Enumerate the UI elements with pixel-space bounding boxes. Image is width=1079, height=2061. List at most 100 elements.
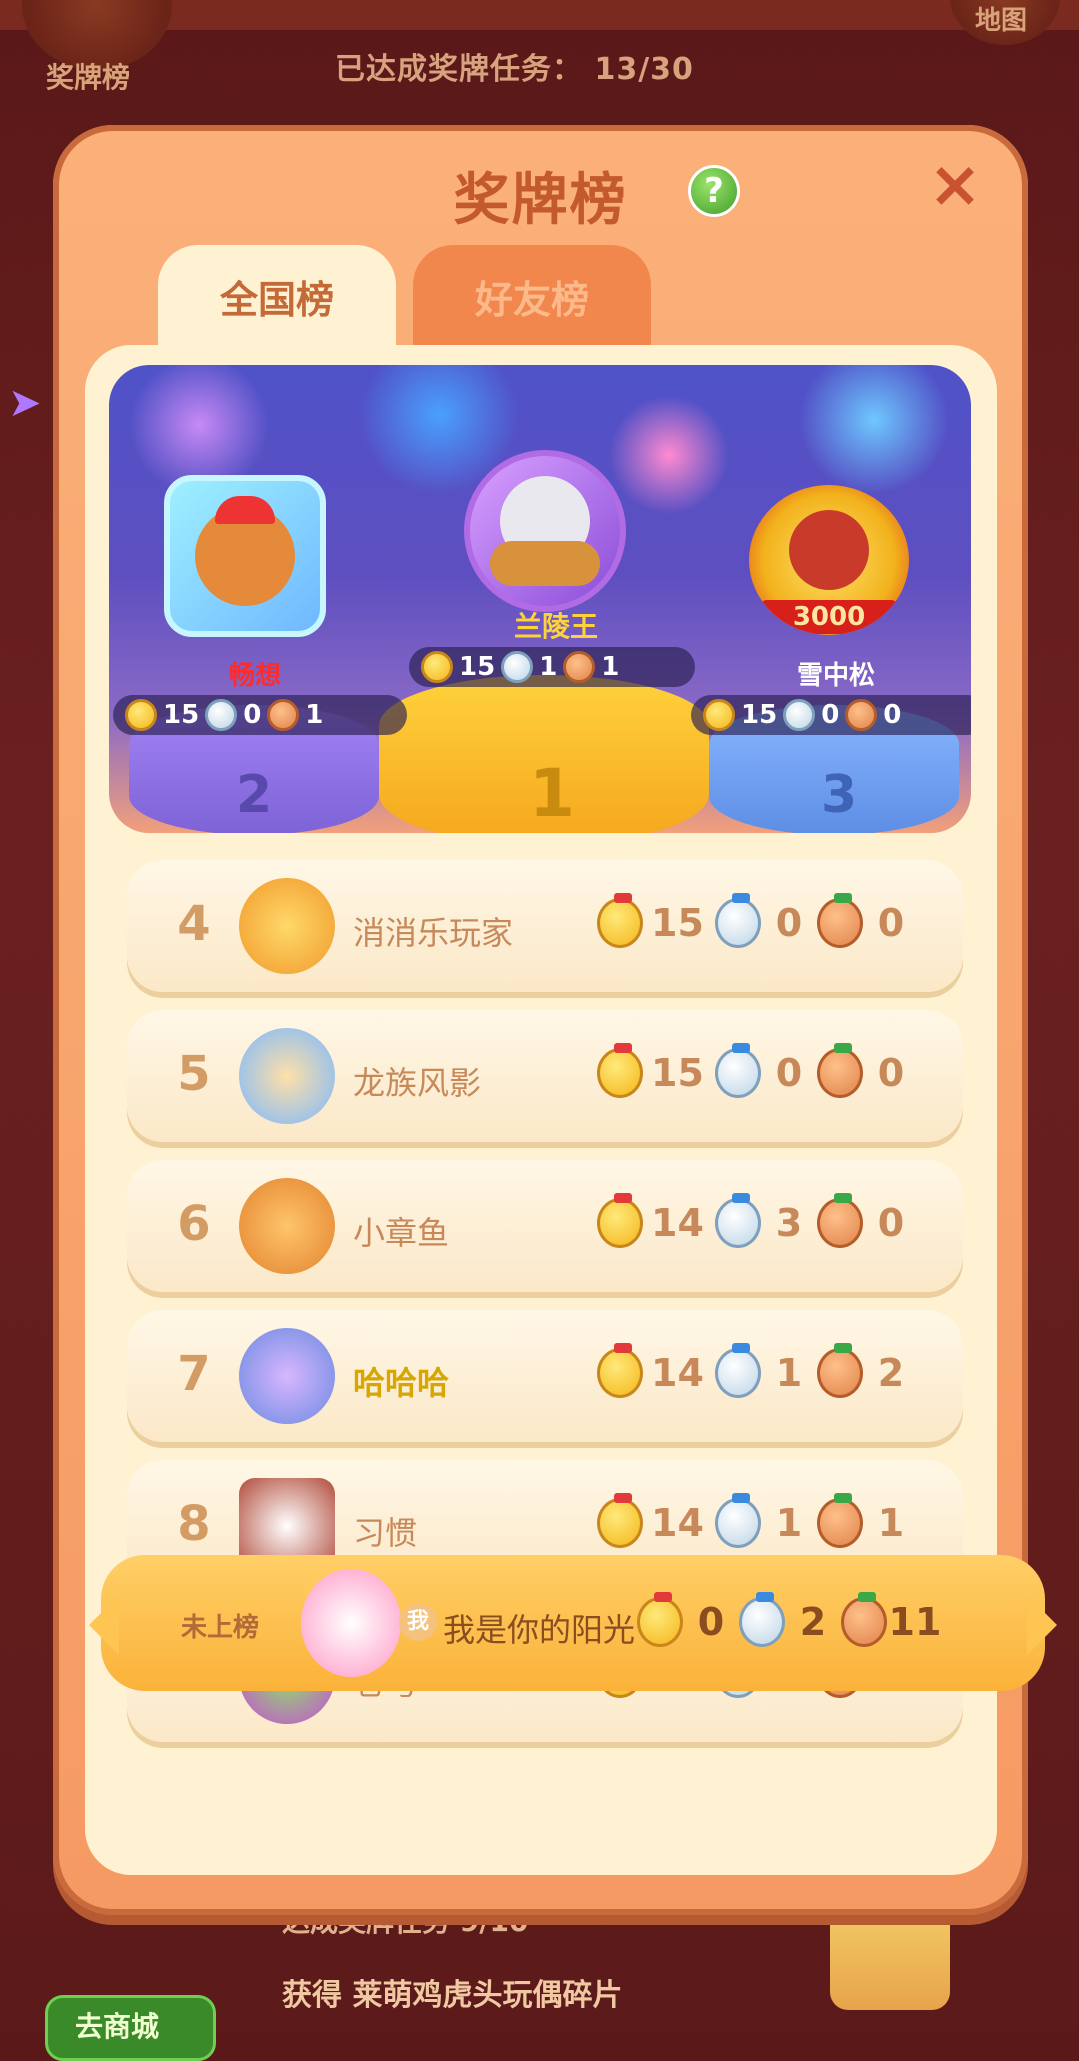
gold-count: 14 [651, 1501, 704, 1545]
podium-place-2: 2 [236, 765, 273, 825]
rank-number: 5 [177, 1046, 211, 1102]
ranking-row[interactable]: 7 哈哈哈 14 1 2 [127, 1310, 963, 1442]
avatar[interactable] [239, 1328, 335, 1424]
silver-medal-icon [715, 1493, 761, 1548]
player-name: 习惯 [353, 1514, 418, 1552]
avatar[interactable] [239, 1178, 335, 1274]
bronze-medal-icon [817, 1343, 863, 1398]
leaderboard-content: 2 1 3 3000 畅想 兰陵王 雪中松 15 0 1 15 1 1 15 0… [85, 345, 1057, 1875]
gold-medal-icon [703, 699, 735, 731]
ranking-row[interactable]: 4 消消乐玩家 15 0 0 [127, 860, 963, 992]
my-rank-status: 未上榜 [181, 1613, 260, 1643]
silver-medal-icon [783, 699, 816, 731]
silver-count: 0 [243, 700, 262, 730]
help-icon[interactable]: ? [688, 165, 740, 217]
bronze-medal-icon [817, 1043, 863, 1098]
bronze-medal-icon [817, 1193, 863, 1248]
bronze-count: 0 [877, 1051, 905, 1095]
third-medal-counts: 15 0 0 [691, 695, 971, 735]
bronze-medal-icon [845, 699, 878, 731]
podium-banner: 2 1 3 3000 畅想 兰陵王 雪中松 15 0 1 15 1 1 15 0… [109, 365, 971, 833]
gold-medal-icon [597, 1193, 643, 1248]
gold-count: 15 [651, 901, 704, 945]
bronze-count: 11 [888, 1600, 942, 1644]
gold-count: 15 [741, 700, 778, 730]
player-name: 哈哈哈 [353, 1364, 450, 1402]
frame-badge-3000: 3000 [759, 600, 899, 634]
medal-counts: 14 3 0 [597, 1193, 919, 1248]
firework-decoration [799, 365, 949, 495]
gold-medal-icon [597, 1343, 643, 1398]
silver-count: 3 [775, 1201, 803, 1245]
profile-photo [789, 510, 869, 590]
second-player-name: 畅想 [229, 661, 282, 691]
gold-count: 14 [651, 1351, 704, 1395]
firework-decoration [609, 395, 729, 515]
gold-count: 15 [163, 700, 200, 730]
ranking-row[interactable]: 6 小章鱼 14 3 0 [127, 1160, 963, 1292]
bronze-medal-icon [817, 893, 863, 948]
avatar-first[interactable] [464, 450, 626, 612]
first-player-name: 兰陵王 [514, 610, 599, 643]
gold-count: 14 [651, 1201, 704, 1245]
bronze-count: 1 [305, 700, 324, 730]
silver-count: 0 [821, 700, 840, 730]
gold-medal-icon [421, 651, 453, 683]
third-player-name: 雪中松 [797, 661, 876, 691]
bronze-count: 2 [877, 1351, 905, 1395]
dialog-title: 奖牌榜 [453, 168, 628, 233]
podium-place-3: 3 [821, 765, 858, 825]
silver-medal-icon [715, 1343, 761, 1398]
silver-medal-icon [205, 699, 238, 731]
silver-count: 1 [775, 1351, 803, 1395]
silver-medal-icon [715, 1193, 761, 1248]
ranking-row[interactable]: 5 龙族风影 15 0 0 [127, 1010, 963, 1142]
bronze-count: 0 [877, 1201, 905, 1245]
ribbon-tip-left [89, 1595, 119, 1655]
medal-task-progress: 已达成奖牌任务： 13/30 [335, 52, 694, 87]
gold-count: 0 [697, 1600, 725, 1644]
santa-hat-icon [215, 496, 275, 524]
gold-medal-icon [597, 893, 643, 948]
guitar-icon [490, 541, 600, 586]
my-medal-counts: 0 2 11 [637, 1592, 943, 1647]
gold-medal-icon [597, 1493, 643, 1548]
silver-count: 1 [539, 652, 558, 682]
reward-text: 获得 莱萌鸡虎头玩偶碎片 [282, 1978, 623, 2013]
side-arrow-icon[interactable]: ➤ [8, 380, 42, 426]
medal-counts: 14 1 2 [597, 1343, 919, 1398]
rank-number: 6 [177, 1196, 211, 1252]
rank-number: 7 [177, 1346, 211, 1402]
silver-count: 0 [775, 901, 803, 945]
bronze-medal-icon [267, 699, 300, 731]
first-medal-counts: 15 1 1 [409, 647, 695, 687]
avatar[interactable] [239, 878, 335, 974]
second-medal-counts: 15 0 1 [113, 695, 407, 735]
me-badge: 我 [399, 1603, 437, 1641]
medal-counts: 14 1 1 [597, 1493, 919, 1548]
bronze-medal-icon [563, 651, 596, 683]
gold-medal-icon [597, 1043, 643, 1098]
podium-place-1: 1 [529, 755, 575, 832]
bronze-medal-icon [841, 1592, 887, 1647]
my-avatar[interactable] [301, 1569, 401, 1677]
gold-count: 15 [459, 652, 496, 682]
avatar[interactable] [239, 1028, 335, 1124]
my-name: 我是你的阳光 [443, 1611, 636, 1649]
avatar-second[interactable] [164, 475, 326, 637]
bronze-count: 0 [883, 700, 902, 730]
medal-board-dialog: 奖牌榜 ? × 全国榜 好友榜 2 1 3 3000 畅想 兰陵王 雪中松 15… [53, 125, 1057, 1915]
close-icon[interactable]: × [923, 153, 987, 219]
silver-count: 1 [775, 1501, 803, 1545]
silver-medal-icon [739, 1592, 785, 1647]
rank-number: 8 [177, 1496, 211, 1552]
silver-count: 0 [775, 1051, 803, 1095]
silver-medal-icon [501, 651, 534, 683]
bronze-count: 1 [601, 652, 620, 682]
player-name: 消消乐玩家 [353, 914, 514, 952]
bronze-medal-icon [817, 1493, 863, 1548]
my-ranking-row[interactable]: 未上榜 我 我是你的阳光 0 2 11 [89, 1555, 1057, 1691]
store-label: 去商城 [75, 2010, 160, 2043]
gold-medal-icon [125, 699, 157, 731]
avatar-third[interactable]: 3000 [749, 485, 909, 635]
